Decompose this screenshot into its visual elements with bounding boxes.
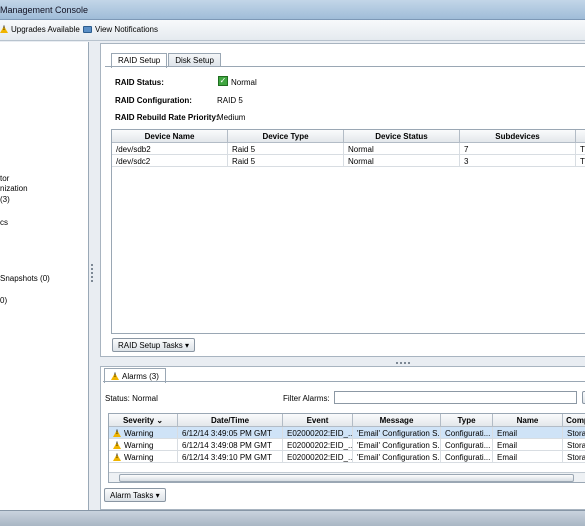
column-header-device-name[interactable]: Device Name <box>112 130 228 143</box>
tree-item[interactable]: (3) <box>0 195 10 204</box>
horizontal-scrollbar[interactable] <box>109 472 585 482</box>
cell-subdevices: 3 <box>460 155 576 167</box>
cell-component: Storag <box>563 439 585 451</box>
cell-event: E02000202:EID_... <box>283 427 353 439</box>
column-header-subdevices[interactable]: Subdevices <box>460 130 576 143</box>
column-header-type[interactable]: Type <box>441 414 493 427</box>
toolbar: Upgrades Available View Notifications <box>0 20 585 41</box>
severity-text: Warning <box>124 453 154 462</box>
cell-type: Configurati... <box>441 451 493 463</box>
cell-severity: Warning <box>109 439 178 451</box>
cell-name: Email <box>493 427 563 439</box>
notifications-label: View Notifications <box>95 25 158 34</box>
alarms-panel: Alarms (3) Status: Normal Filter Alarms:… <box>100 366 585 510</box>
tree-item[interactable]: 0) <box>0 296 7 305</box>
cell-device-status: Normal <box>344 155 460 167</box>
cell-datetime: 6/12/14 3:49:08 PM GMT <box>178 439 283 451</box>
column-header-device-status[interactable]: Device Status <box>344 130 460 143</box>
severity-text: Warning <box>124 429 154 438</box>
window-title: Management Console <box>0 5 89 15</box>
raid-setup-tasks-button[interactable]: RAID Setup Tasks ▾ <box>112 338 196 352</box>
horizontal-splitter-grip[interactable] <box>396 362 410 364</box>
warning-icon <box>113 454 121 461</box>
upgrades-available-button[interactable]: Upgrades Available <box>0 25 80 34</box>
scrollbar-thumb[interactable] <box>119 474 574 482</box>
alarms-content: Status: Normal Filter Alarms: Severity ⌄… <box>103 381 585 509</box>
cell-type: Configurati... <box>441 427 493 439</box>
tree-item[interactable]: nization <box>0 184 28 193</box>
cell-datetime: 6/12/14 3:49:05 PM GMT <box>178 427 283 439</box>
cell-device-type: Raid 5 <box>228 143 344 155</box>
cell-message: 'Email' Configuration S... <box>353 451 441 463</box>
raid-status-value: Normal <box>231 78 257 87</box>
sort-descending-icon: ⌄ <box>156 416 164 425</box>
horizontal-splitter[interactable] <box>100 358 585 366</box>
tree-item[interactable]: cs <box>0 218 8 227</box>
cell-device-name: /dev/sdb2 <box>112 143 228 155</box>
notifications-icon <box>83 26 92 33</box>
cell-device-status: Normal <box>344 143 460 155</box>
cell-message: 'Email' Configuration S... <box>353 439 441 451</box>
raid-priority-label: RAID Rebuild Rate Priority: <box>115 113 219 122</box>
alarms-tab-label: Alarms (3) <box>122 371 159 381</box>
cell-event: E02000202:EID_... <box>283 451 353 463</box>
raid-status-label: RAID Status: <box>115 78 164 87</box>
cell-name: Email <box>493 451 563 463</box>
tab-disk-setup[interactable]: Disk Setup <box>168 53 221 67</box>
raid-setup-content: RAID Status: ✓ Normal RAID Configuration… <box>105 66 585 356</box>
warning-icon <box>113 442 121 449</box>
column-header-component[interactable]: Comp <box>563 414 585 427</box>
raid-panel: RAID Setup Disk Setup RAID Status: ✓ Nor… <box>100 43 585 357</box>
cell-device-type: Raid 5 <box>228 155 344 167</box>
status-ok-icon: ✓ <box>218 76 228 86</box>
alarm-status-text: Status: Normal <box>105 394 158 403</box>
cell-subdevices: 7 <box>460 143 576 155</box>
cell-message: 'Email' Configuration S... <box>353 427 441 439</box>
cell-truncated: Ti <box>576 143 585 155</box>
cell-component: Storag <box>563 451 585 463</box>
cell-type: Configurati... <box>441 439 493 451</box>
upgrades-label: Upgrades Available <box>11 25 80 34</box>
raid-config-label: RAID Configuration: <box>115 96 192 105</box>
filter-alarms-label: Filter Alarms: <box>283 394 330 403</box>
tree-item[interactable]: tor <box>0 174 9 183</box>
severity-text: Warning <box>124 441 154 450</box>
view-notifications-button[interactable]: View Notifications <box>83 25 158 34</box>
cell-severity: Warning <box>109 427 178 439</box>
taskbar <box>0 510 585 526</box>
splitter-grip[interactable] <box>91 264 93 282</box>
warning-icon <box>111 372 119 380</box>
raid-priority-value: Medium <box>217 113 246 122</box>
column-header-truncated[interactable] <box>576 130 585 143</box>
warning-icon <box>113 430 121 437</box>
title-bar: Management Console <box>0 0 585 20</box>
alarms-table: Severity ⌄ Date/Time Event Message Type … <box>108 413 585 483</box>
raid-device-table: Device Name Device Type Device Status Su… <box>111 129 585 334</box>
cell-component: Storag <box>563 427 585 439</box>
column-header-event[interactable]: Event <box>283 414 353 427</box>
cell-datetime: 6/12/14 3:49:10 PM GMT <box>178 451 283 463</box>
raid-config-value: RAID 5 <box>217 96 243 105</box>
navigation-tree: tor nization (3) cs Snapshots (0) 0) <box>0 42 89 510</box>
column-header-name[interactable]: Name <box>493 414 563 427</box>
cell-truncated: Ti <box>576 155 585 167</box>
column-header-severity[interactable]: Severity ⌄ <box>109 414 178 427</box>
tree-item[interactable]: Snapshots (0) <box>0 274 50 283</box>
warning-icon <box>0 26 8 33</box>
filter-alarms-input[interactable] <box>334 391 577 404</box>
column-header-message[interactable]: Message <box>353 414 441 427</box>
cell-severity: Warning <box>109 451 178 463</box>
column-header-datetime[interactable]: Date/Time <box>178 414 283 427</box>
cell-name: Email <box>493 439 563 451</box>
cell-device-name: /dev/sdc2 <box>112 155 228 167</box>
severity-header-label: Severity <box>122 416 155 425</box>
column-header-device-type[interactable]: Device Type <box>228 130 344 143</box>
cell-event: E02000202:EID_... <box>283 439 353 451</box>
raid-tabs: RAID Setup Disk Setup <box>111 53 221 68</box>
alarm-tasks-button[interactable]: Alarm Tasks ▾ <box>104 488 166 502</box>
